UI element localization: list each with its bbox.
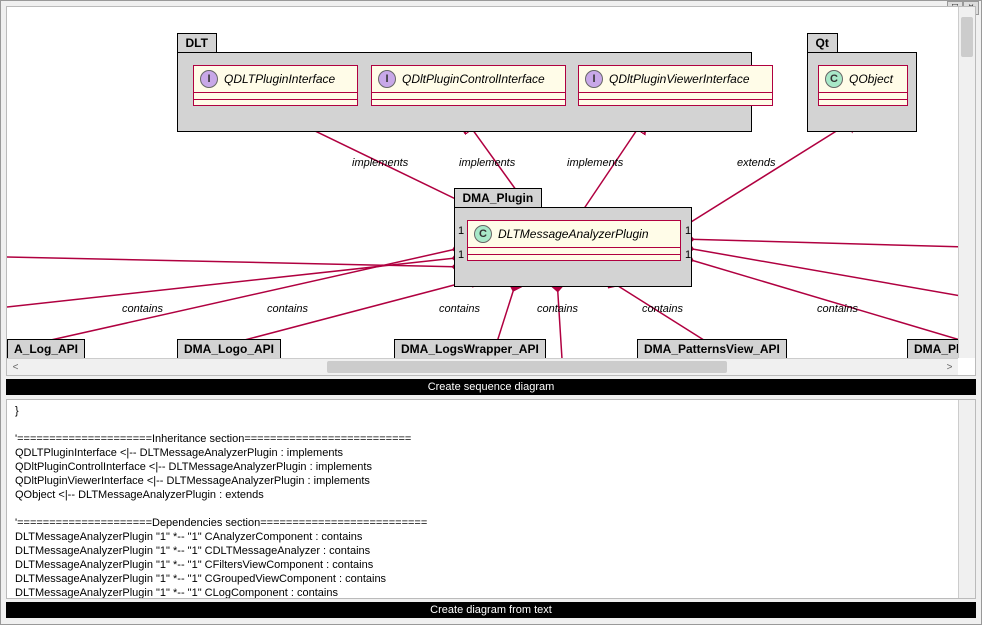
- relation-label: contains: [439, 303, 480, 315]
- scroll-right-icon[interactable]: >: [941, 359, 958, 375]
- diagram-vertical-scrollbar[interactable]: [958, 7, 975, 358]
- package-qt-label: Qt: [807, 33, 838, 52]
- relation-label: contains: [817, 303, 858, 315]
- relation-label: contains: [642, 303, 683, 315]
- package-qt: Qt CQObject: [807, 52, 917, 132]
- class-qdltplugininterface[interactable]: I QDLTPluginInterface: [193, 65, 358, 106]
- package-tab-patternsview-api[interactable]: DMA_PatternsView_API: [637, 339, 787, 358]
- class-name: QDLTPluginInterface: [224, 72, 335, 86]
- relation-label: implements: [459, 157, 515, 169]
- class-name: QDltPluginViewerInterface: [609, 72, 750, 86]
- app-window: □ ×: [0, 0, 982, 625]
- package-tab-logswrapper-api[interactable]: DMA_LogsWrapper_API: [394, 339, 546, 358]
- diagram-panel: DLT I QDLTPluginInterface I QDltPluginCont…: [6, 6, 976, 376]
- class-name: QObject: [849, 72, 893, 86]
- class-name: DLTMessageAnalyzerPlugin: [498, 227, 649, 241]
- class-qobject[interactable]: C QObject: [818, 65, 908, 106]
- package-dma-plugin: DMA_Plugin CDLTMessageAnalyzerPlugin: [454, 207, 692, 287]
- relation-label: implements: [567, 157, 623, 169]
- class-name: QDltPluginControlInterface: [402, 72, 545, 86]
- interface-icon: I: [200, 70, 218, 88]
- class-qdltplugincontrolinterface[interactable]: I QDltPluginControlInterface: [371, 65, 566, 106]
- create-sequence-button[interactable]: Create sequence diagram: [6, 379, 976, 395]
- relation-label: contains: [267, 303, 308, 315]
- package-dlt: DLT IQDLTPluginInterface IQDltPluginCont…: [177, 52, 752, 132]
- interface-icon: I: [585, 70, 603, 88]
- package-tab-log-api[interactable]: A_Log_API: [7, 339, 85, 358]
- class-dltmessageanalyzerplugin[interactable]: C DLTMessageAnalyzerPlugin: [467, 220, 681, 261]
- multiplicity-label: 1: [685, 249, 691, 261]
- scroll-left-icon[interactable]: <: [7, 359, 24, 375]
- package-dma-plugin-label: DMA_Plugin: [454, 188, 543, 207]
- text-content[interactable]: } '=====================Inheritance sect…: [15, 404, 967, 599]
- relation-label: contains: [122, 303, 163, 315]
- diagram-canvas[interactable]: DLT I QDLTPluginInterface I QDltPluginCont…: [7, 7, 975, 375]
- class-icon: C: [825, 70, 843, 88]
- package-tab-logo-api[interactable]: DMA_Logo_API: [177, 339, 281, 358]
- multiplicity-label: 1: [458, 225, 464, 237]
- multiplicity-label: 1: [685, 225, 691, 237]
- diagram-horizontal-scrollbar[interactable]: < >: [7, 358, 958, 375]
- class-qdltpluginviewerinterface[interactable]: I QDltPluginViewerInterface: [578, 65, 773, 106]
- relation-label: implements: [352, 157, 408, 169]
- multiplicity-label: 1: [458, 249, 464, 261]
- relation-label: extends: [737, 157, 776, 169]
- create-diagram-button[interactable]: Create diagram from text: [6, 602, 976, 618]
- relation-label: contains: [537, 303, 578, 315]
- text-vertical-scrollbar[interactable]: [958, 400, 975, 598]
- interface-icon: I: [378, 70, 396, 88]
- source-text-panel[interactable]: } '=====================Inheritance sect…: [6, 399, 976, 599]
- class-icon: C: [474, 225, 492, 243]
- package-dlt-label: DLT: [177, 33, 217, 52]
